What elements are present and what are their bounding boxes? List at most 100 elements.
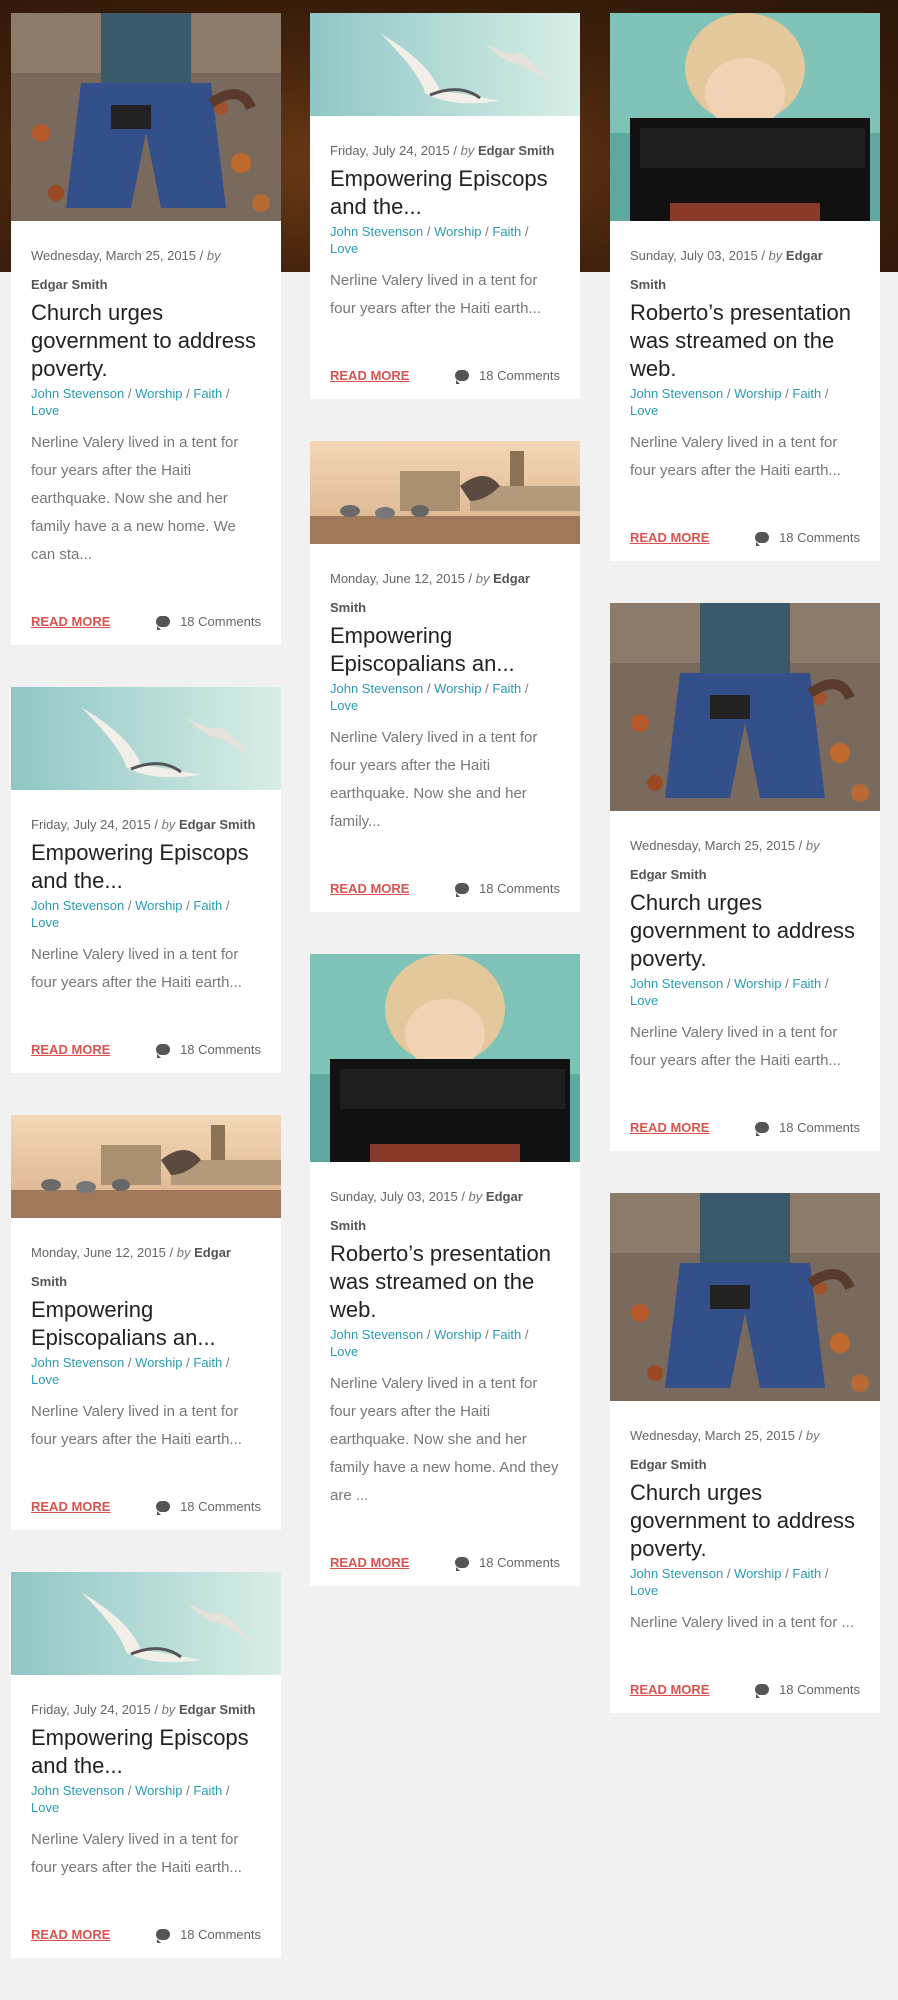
read-more-link[interactable]: READ MORE bbox=[31, 614, 110, 629]
category-link[interactable]: Faith bbox=[792, 976, 821, 991]
post-title[interactable]: Roberto’s presentation was streamed on t… bbox=[330, 1240, 560, 1324]
category-link[interactable]: Worship bbox=[734, 1566, 781, 1581]
post-excerpt: Nerline Valery lived in a tent for four … bbox=[630, 434, 841, 479]
comments-link[interactable]: 18 Comments bbox=[156, 1041, 261, 1058]
post-author[interactable]: Edgar Smith bbox=[179, 1702, 256, 1717]
comments-link[interactable]: 18 Comments bbox=[156, 1927, 261, 1943]
child-bench-image[interactable] bbox=[310, 954, 580, 1162]
comments-link[interactable]: 18 Comments bbox=[755, 1120, 860, 1136]
read-more-link[interactable]: READ MORE bbox=[31, 1042, 110, 1057]
seagulls-image[interactable] bbox=[310, 13, 580, 116]
category-link[interactable]: Love bbox=[630, 403, 658, 418]
comments-link[interactable]: 18 Comments bbox=[755, 1682, 860, 1698]
category-link[interactable]: Love bbox=[31, 403, 59, 418]
comments-count: 18 Comments bbox=[180, 1041, 261, 1057]
post-meta: Friday, July 24, 2015 / by Edgar Smith bbox=[31, 1702, 256, 1717]
read-more-link[interactable]: READ MORE bbox=[31, 1499, 110, 1514]
comments-link[interactable]: 18 Comments bbox=[755, 530, 860, 546]
category-link[interactable]: Love bbox=[330, 698, 358, 713]
category-link[interactable]: Worship bbox=[434, 224, 481, 239]
pigeons-london-image[interactable] bbox=[11, 1115, 281, 1218]
pigeons-london-image[interactable] bbox=[310, 441, 580, 544]
category-link[interactable]: John Stevenson bbox=[31, 1783, 124, 1798]
post-title[interactable]: Empowering Episcopalians an... bbox=[31, 1296, 261, 1352]
category-link[interactable]: John Stevenson bbox=[31, 898, 124, 913]
post-title[interactable]: Empowering Episcops and the... bbox=[31, 839, 261, 895]
category-link[interactable]: Worship bbox=[135, 898, 182, 913]
category-link[interactable]: John Stevenson bbox=[630, 386, 723, 401]
comments-link[interactable]: 18 Comments bbox=[455, 1555, 560, 1571]
read-more-link[interactable]: READ MORE bbox=[630, 530, 709, 545]
category-link[interactable]: Love bbox=[31, 1372, 59, 1387]
comment-bubble-icon bbox=[455, 1556, 470, 1571]
post-title[interactable]: Roberto’s presentation was streamed on t… bbox=[630, 299, 860, 383]
read-more-link[interactable]: READ MORE bbox=[330, 368, 409, 383]
comments-link[interactable]: 18 Comments bbox=[156, 1499, 261, 1515]
comments-link[interactable]: 18 Comments bbox=[455, 880, 560, 897]
category-link[interactable]: Faith bbox=[193, 898, 222, 913]
comments-link[interactable]: 18 Comments bbox=[455, 368, 560, 384]
post-title[interactable]: Empowering Episcops and the... bbox=[31, 1724, 261, 1780]
post-author[interactable]: Edgar Smith bbox=[478, 143, 555, 158]
read-more-link[interactable]: READ MORE bbox=[330, 881, 409, 896]
category-link[interactable]: Faith bbox=[492, 1327, 521, 1342]
kneeling-man-image[interactable] bbox=[11, 13, 281, 221]
read-more-link[interactable]: READ MORE bbox=[630, 1120, 709, 1135]
category-link[interactable]: Love bbox=[330, 241, 358, 256]
post-meta: Monday, June 12, 2015 / by Edgar Smith bbox=[31, 1245, 231, 1289]
post-date: Wednesday, March 25, 2015 bbox=[630, 838, 796, 853]
post-card: Wednesday, March 25, 2015 / by Edgar Smi… bbox=[610, 1193, 880, 1713]
post-title[interactable]: Empowering Episcopalians an... bbox=[330, 622, 560, 678]
comment-bubble-icon bbox=[156, 1043, 171, 1058]
post-title[interactable]: Empowering Episcops and the... bbox=[330, 165, 560, 221]
post-author[interactable]: Edgar Smith bbox=[630, 1457, 707, 1472]
category-link[interactable]: Love bbox=[330, 1344, 358, 1359]
kneeling-man-image[interactable] bbox=[610, 603, 880, 811]
category-link[interactable]: Love bbox=[630, 993, 658, 1008]
category-link[interactable]: John Stevenson bbox=[31, 386, 124, 401]
post-author[interactable]: Edgar Smith bbox=[179, 817, 256, 832]
by-label: by bbox=[206, 248, 221, 263]
kneeling-man-image[interactable] bbox=[610, 1193, 880, 1401]
post-author[interactable]: Edgar Smith bbox=[31, 277, 108, 292]
category-link[interactable]: Worship bbox=[434, 1327, 481, 1342]
comments-count: 18 Comments bbox=[479, 880, 560, 896]
category-link[interactable]: Love bbox=[31, 1800, 59, 1815]
child-bench-image[interactable] bbox=[610, 13, 880, 221]
post-author[interactable]: Edgar Smith bbox=[630, 867, 707, 882]
category-link[interactable]: John Stevenson bbox=[330, 224, 423, 239]
category-link[interactable]: Love bbox=[31, 915, 59, 930]
category-link[interactable]: John Stevenson bbox=[630, 976, 723, 991]
post-categories: John Stevenson / Worship / Faith / Love bbox=[630, 386, 829, 418]
post-title[interactable]: Church urges government to address pover… bbox=[630, 889, 860, 973]
category-link[interactable]: Faith bbox=[792, 386, 821, 401]
category-link[interactable]: Worship bbox=[135, 386, 182, 401]
post-meta: Wednesday, March 25, 2015 / by Edgar Smi… bbox=[630, 1428, 820, 1472]
read-more-link[interactable]: READ MORE bbox=[31, 1927, 110, 1942]
category-link[interactable]: Worship bbox=[135, 1783, 182, 1798]
category-link[interactable]: Faith bbox=[193, 386, 222, 401]
post-categories: John Stevenson / Worship / Faith / Love bbox=[630, 976, 829, 1008]
category-link[interactable]: Faith bbox=[492, 224, 521, 239]
category-link[interactable]: Faith bbox=[792, 1566, 821, 1581]
category-link[interactable]: Worship bbox=[734, 386, 781, 401]
category-link[interactable]: Faith bbox=[492, 681, 521, 696]
category-link[interactable]: Love bbox=[630, 1583, 658, 1598]
comment-bubble-icon bbox=[455, 369, 470, 384]
seagulls-image[interactable] bbox=[11, 1572, 281, 1675]
category-link[interactable]: John Stevenson bbox=[330, 681, 423, 696]
read-more-link[interactable]: READ MORE bbox=[630, 1682, 709, 1697]
category-link[interactable]: John Stevenson bbox=[630, 1566, 723, 1581]
category-link[interactable]: Worship bbox=[734, 976, 781, 991]
seagulls-image[interactable] bbox=[11, 687, 281, 790]
category-link[interactable]: Faith bbox=[193, 1783, 222, 1798]
category-link[interactable]: Faith bbox=[193, 1355, 222, 1370]
read-more-link[interactable]: READ MORE bbox=[330, 1555, 409, 1570]
post-title[interactable]: Church urges government to address pover… bbox=[630, 1479, 860, 1563]
category-link[interactable]: Worship bbox=[135, 1355, 182, 1370]
category-link[interactable]: Worship bbox=[434, 681, 481, 696]
comments-link[interactable]: 18 Comments bbox=[156, 614, 261, 630]
category-link[interactable]: John Stevenson bbox=[31, 1355, 124, 1370]
post-title[interactable]: Church urges government to address pover… bbox=[31, 299, 261, 383]
category-link[interactable]: John Stevenson bbox=[330, 1327, 423, 1342]
